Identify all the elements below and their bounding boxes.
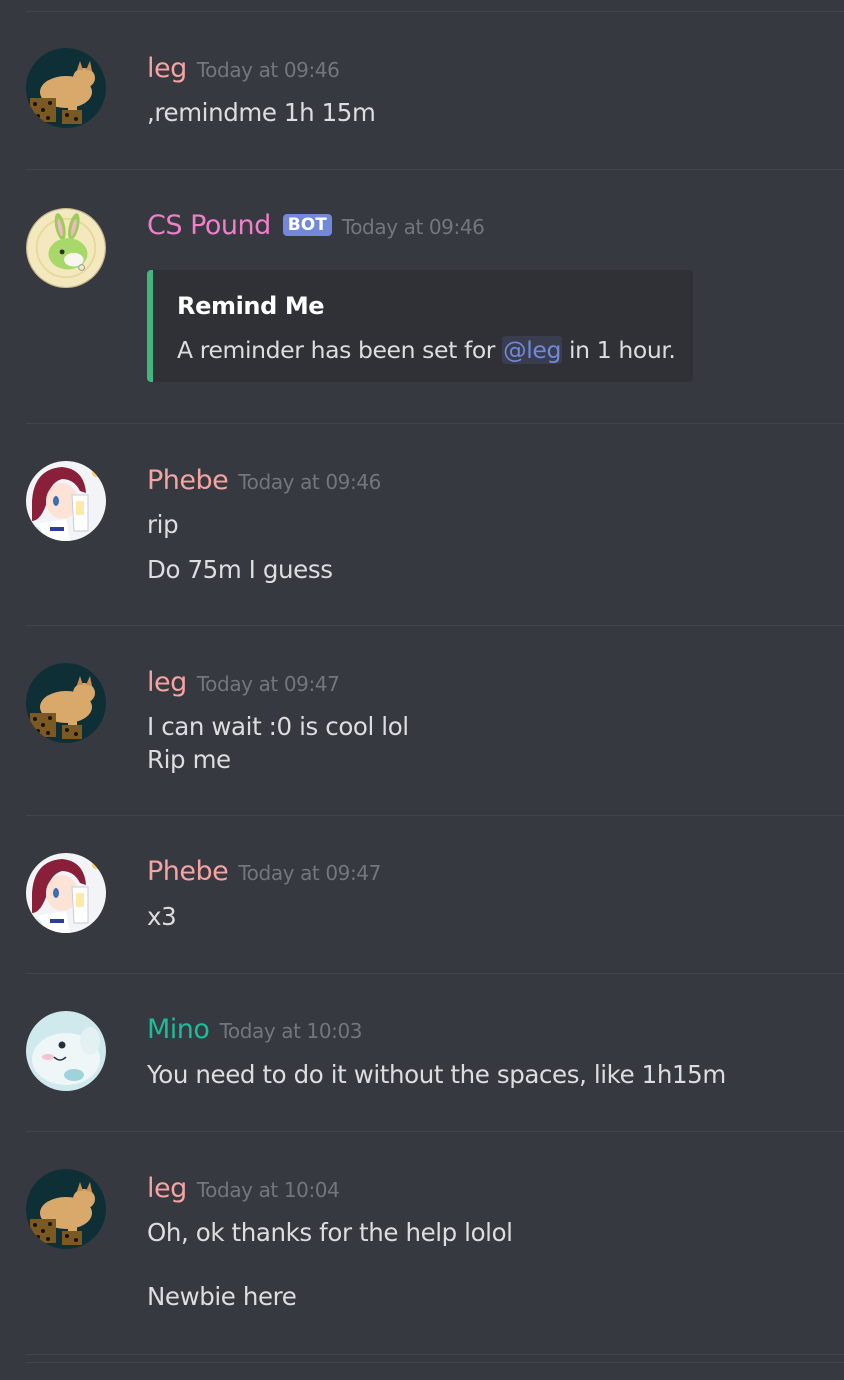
username[interactable]: leg — [147, 667, 187, 698]
divider — [26, 815, 844, 816]
message-text: x3 — [147, 902, 177, 931]
timestamp: Today at 09:47 — [238, 861, 381, 885]
message-header: leg Today at 10:04 — [147, 1173, 340, 1204]
message-text: ,remindme 1h 15m — [147, 98, 376, 127]
embed-title: Remind Me — [177, 292, 325, 320]
anime-girl-avatar[interactable] — [26, 461, 106, 541]
message-header: Mino Today at 10:03 — [147, 1014, 363, 1045]
message-header: Phebe Today at 09:47 — [147, 858, 381, 885]
divider — [26, 625, 844, 626]
anime-girl-avatar[interactable] — [26, 853, 106, 933]
message-text: Newbie here — [147, 1282, 297, 1311]
embed: Remind Me A reminder has been set for @l… — [147, 270, 693, 382]
divider — [26, 1131, 844, 1132]
timestamp: Today at 09:46 — [196, 58, 340, 82]
cat-avatar[interactable] — [26, 48, 106, 128]
message-text: Do 75m I guess — [147, 555, 333, 584]
divider — [26, 1354, 844, 1355]
divider — [26, 973, 844, 974]
username[interactable]: CS Pound — [147, 210, 271, 241]
bot-tag: BOT — [282, 214, 332, 236]
timestamp: Today at 10:04 — [196, 1178, 340, 1202]
timestamp: Today at 09:46 — [341, 215, 485, 239]
username[interactable]: leg — [147, 53, 187, 84]
message-header: leg Today at 09:47 — [147, 667, 340, 698]
bunny-avatar[interactable] — [26, 208, 106, 288]
divider — [26, 11, 844, 12]
message-text: You need to do it without the spaces, li… — [147, 1060, 726, 1089]
divider — [26, 1362, 844, 1363]
username[interactable]: leg — [147, 1173, 187, 1204]
creature-avatar[interactable] — [26, 1011, 106, 1091]
message-header: leg Today at 09:46 — [147, 53, 340, 84]
username[interactable]: Phebe — [147, 856, 229, 887]
message-text: rip — [147, 510, 179, 539]
divider — [26, 169, 844, 170]
cat-avatar[interactable] — [26, 663, 106, 743]
embed-text: A reminder has been set for — [177, 336, 503, 364]
embed-text: in 1 hour. — [561, 336, 676, 364]
embed-description: A reminder has been set for @leg in 1 ho… — [177, 336, 676, 364]
user-mention[interactable]: @leg — [502, 336, 562, 364]
timestamp: Today at 10:03 — [219, 1019, 363, 1043]
message-text: Rip me — [147, 745, 231, 774]
chat-messages: leg Today at 09:46 ,remindme 1h 15m CS Po… — [0, 0, 844, 1380]
message-text: Oh, ok thanks for the help lolol — [147, 1218, 513, 1247]
cat-avatar[interactable] — [26, 1169, 106, 1249]
username[interactable]: Phebe — [147, 465, 229, 496]
divider — [26, 423, 844, 424]
timestamp: Today at 09:47 — [196, 672, 340, 696]
message-text: I can wait :0 is cool lol — [147, 712, 409, 741]
message-header: Phebe Today at 09:46 — [147, 467, 381, 494]
timestamp: Today at 09:46 — [238, 470, 381, 494]
message-header: CS Pound BOT Today at 09:46 — [147, 212, 485, 240]
username[interactable]: Mino — [147, 1014, 210, 1045]
